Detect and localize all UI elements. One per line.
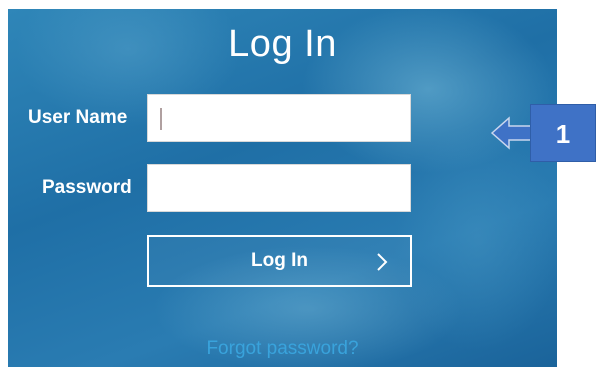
callout-number: 1 [555, 119, 571, 149]
password-label: Password [42, 177, 132, 198]
chevron-right-icon [377, 253, 388, 271]
login-button-label: Log In [251, 250, 308, 271]
login-title: Log In [228, 23, 337, 65]
login-button[interactable]: Log In [147, 235, 412, 287]
annotation-callout: 1 [491, 104, 597, 162]
forgot-password-link[interactable]: Forgot password? [8, 338, 557, 360]
left-arrow-icon [491, 116, 531, 150]
text-cursor [160, 108, 162, 130]
login-panel: Log In User Name Password Log In Forgot … [8, 9, 557, 367]
username-label: User Name [28, 107, 128, 128]
password-input[interactable] [147, 164, 411, 212]
callout-number-box: 1 [530, 104, 596, 162]
username-input[interactable] [147, 94, 411, 142]
